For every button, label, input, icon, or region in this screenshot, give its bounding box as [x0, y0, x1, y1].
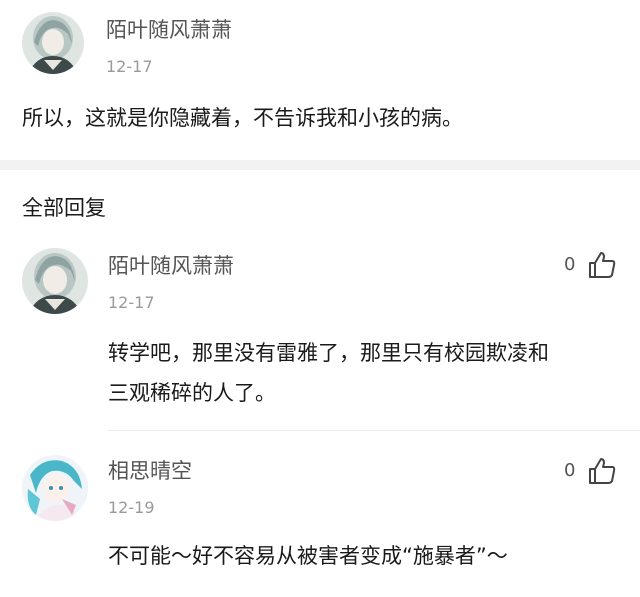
thumbs-up-icon	[587, 250, 617, 280]
reply-text-line: 不可能～好不容易从被害者变成“施暴者”～	[108, 544, 508, 568]
thumbs-up-icon	[587, 456, 617, 486]
username[interactable]: 相思晴空	[108, 461, 192, 482]
section-title: 全部回复	[22, 196, 106, 220]
section-divider	[0, 160, 640, 170]
avatar[interactable]	[22, 455, 88, 521]
reply-date: 12-19	[108, 498, 155, 517]
reply-text-line: 三观稀碎的人了。	[108, 381, 276, 405]
avatar[interactable]	[22, 12, 84, 74]
username[interactable]: 陌叶随风萧萧	[108, 256, 234, 277]
like-button[interactable]: 0	[564, 455, 617, 487]
username[interactable]: 陌叶随风萧萧	[106, 20, 232, 41]
comment-date: 12-17	[106, 57, 153, 76]
like-count: 0	[564, 254, 576, 275]
avatar-icon	[22, 12, 84, 74]
comment-text: 所以，这就是你隐藏着，不告诉我和小孩的病。	[22, 106, 463, 130]
avatar-icon	[22, 248, 88, 314]
like-button[interactable]: 0	[564, 249, 617, 281]
like-count: 0	[564, 460, 576, 481]
avatar-icon	[22, 455, 88, 521]
row-divider	[108, 430, 640, 431]
reply-date: 12-17	[108, 293, 155, 312]
avatar[interactable]	[22, 248, 88, 314]
reply-text-line: 转学吧，那里没有雷雅了，那里只有校园欺凌和	[108, 341, 549, 365]
